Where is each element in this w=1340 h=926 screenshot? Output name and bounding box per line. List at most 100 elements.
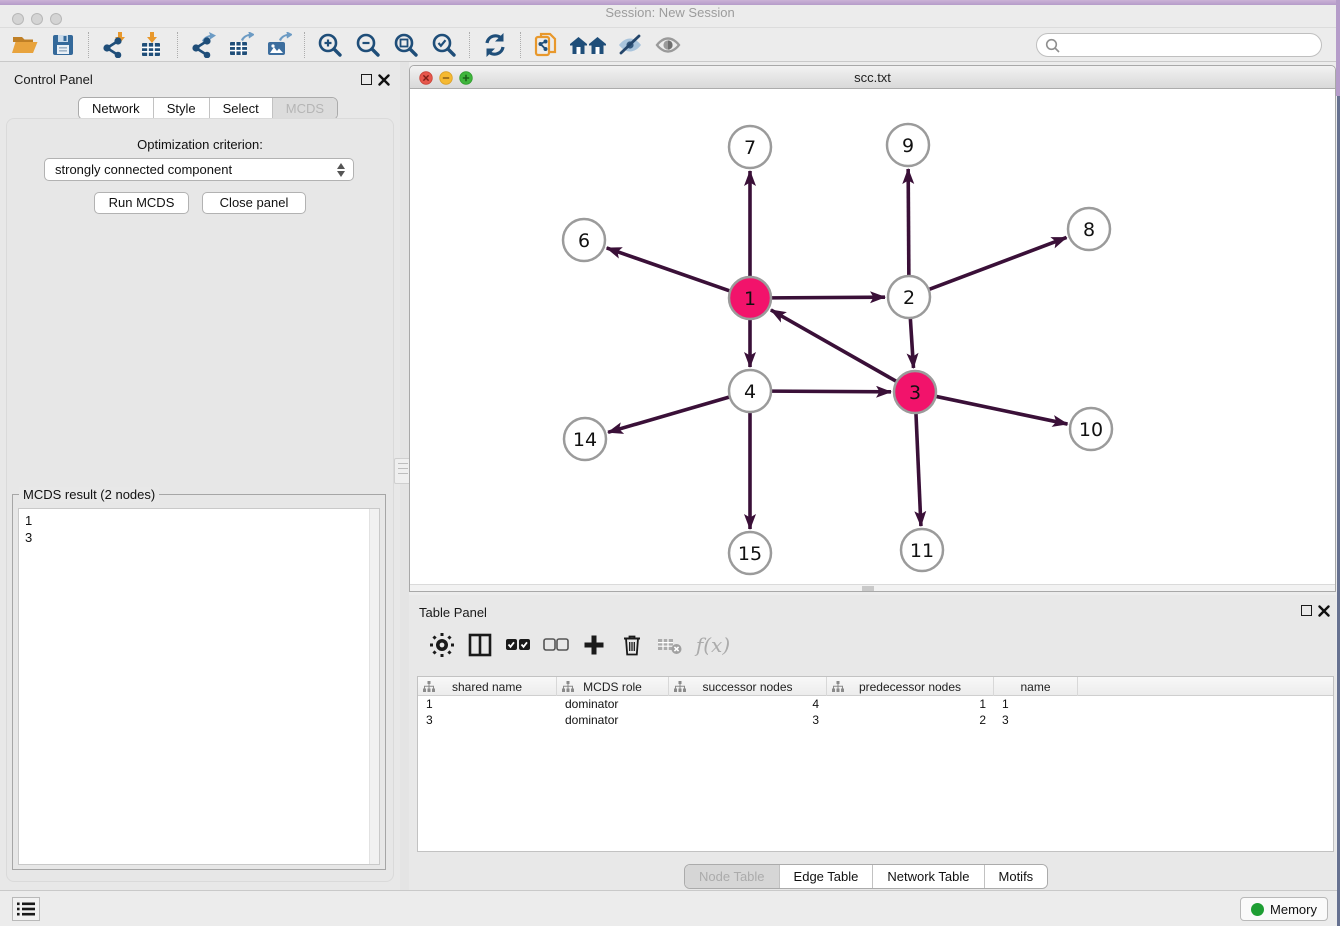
- search-input[interactable]: [1065, 35, 1315, 55]
- network-hscrollbar[interactable]: [410, 584, 1335, 591]
- cell-successor-nodes[interactable]: 4: [669, 696, 827, 712]
- table-panel-title: Table Panel: [419, 605, 487, 620]
- tab-edge-table[interactable]: Edge Table: [780, 865, 874, 888]
- graph-node-8[interactable]: 8: [1068, 208, 1110, 250]
- cell-shared-name[interactable]: 3: [418, 712, 557, 728]
- table-row[interactable]: 3dominator323: [418, 712, 1333, 728]
- column-header-mcds-role[interactable]: MCDS role: [557, 677, 669, 696]
- memory-button[interactable]: Memory: [1240, 897, 1328, 921]
- graph-node-3[interactable]: 3: [894, 371, 936, 413]
- split-columns-icon[interactable]: [465, 629, 495, 661]
- graph-node-label: 1: [744, 288, 756, 310]
- network-view-titlebar[interactable]: scc.txt: [410, 66, 1335, 89]
- tab-network[interactable]: Network: [79, 98, 154, 119]
- show-all-icon[interactable]: [651, 30, 685, 60]
- graph-node-11[interactable]: 11: [901, 529, 943, 571]
- toolbar-separator: [304, 32, 305, 58]
- export-table-icon[interactable]: [224, 30, 258, 60]
- graph-node-1[interactable]: 1: [729, 277, 771, 319]
- task-history-button[interactable]: [12, 897, 40, 921]
- tab-motifs[interactable]: Motifs: [985, 865, 1048, 888]
- refresh-icon[interactable]: [478, 30, 512, 60]
- delete-table-icon[interactable]: [655, 629, 685, 661]
- cell-mcds-role[interactable]: dominator: [557, 696, 669, 712]
- function-builder-icon[interactable]: f(x): [693, 629, 733, 661]
- graph-edge-2-8[interactable]: [929, 237, 1067, 289]
- graph-node-6[interactable]: 6: [563, 219, 605, 261]
- node-table[interactable]: shared nameMCDS rolesuccessor nodesprede…: [417, 676, 1334, 852]
- graph-node-label: 6: [578, 230, 590, 252]
- graph-node-2[interactable]: 2: [888, 276, 930, 318]
- save-session-icon[interactable]: [46, 30, 80, 60]
- table-panel-float-button[interactable]: [1301, 605, 1312, 616]
- graph-node-label: 7: [744, 137, 756, 159]
- export-network-icon[interactable]: [186, 30, 220, 60]
- network-view-title: scc.txt: [410, 70, 1335, 85]
- toolbar-separator: [88, 32, 89, 58]
- panel-splitter[interactable]: [400, 62, 409, 890]
- graph-edge-4-3[interactable]: [771, 391, 891, 392]
- zoom-fit-icon[interactable]: [389, 30, 423, 60]
- import-table-icon[interactable]: [135, 30, 169, 60]
- graph-edge-4-14[interactable]: [608, 397, 730, 432]
- zoom-selected-icon[interactable]: [427, 30, 461, 60]
- main-toolbar: [0, 28, 1340, 62]
- criterion-select[interactable]: strongly connected component: [44, 158, 354, 181]
- zoom-out-icon[interactable]: [351, 30, 385, 60]
- graph-edge-3-10[interactable]: [936, 396, 1068, 424]
- mcds-result-textarea[interactable]: 1 3: [18, 508, 380, 865]
- column-header-shared-name[interactable]: shared name: [418, 677, 557, 696]
- clone-network-icon[interactable]: [529, 30, 563, 60]
- window-top-edge: [0, 0, 1340, 5]
- graph-edge-3-11[interactable]: [916, 413, 921, 526]
- hide-selected-icon[interactable]: [613, 30, 647, 60]
- graph-edge-1-6[interactable]: [607, 248, 731, 291]
- control-panel-close-icon[interactable]: [378, 74, 390, 86]
- select-all-columns-icon[interactable]: [503, 629, 533, 661]
- import-network-icon[interactable]: [97, 30, 131, 60]
- mcds-result-values: 1 3: [19, 509, 379, 549]
- graph-node-15[interactable]: 15: [729, 532, 771, 574]
- column-header-name[interactable]: name: [994, 677, 1078, 696]
- graph-edge-2-9[interactable]: [908, 169, 909, 276]
- network-canvas[interactable]: 7 9 6 8 1 2 4 3 14 10 15 11: [410, 89, 1335, 586]
- graph-edge-3-1[interactable]: [771, 310, 897, 382]
- open-session-icon[interactable]: [8, 30, 42, 60]
- graph-node-10[interactable]: 10: [1070, 408, 1112, 450]
- cell-name[interactable]: 3: [994, 712, 1078, 728]
- unselect-all-columns-icon[interactable]: [541, 629, 571, 661]
- control-panel-float-button[interactable]: [361, 74, 372, 85]
- cell-successor-nodes[interactable]: 3: [669, 712, 827, 728]
- table-row[interactable]: 1dominator411: [418, 696, 1333, 712]
- cell-name[interactable]: 1: [994, 696, 1078, 712]
- tab-mcds[interactable]: MCDS: [273, 98, 337, 119]
- graph-edge-2-3[interactable]: [910, 318, 913, 368]
- add-column-icon[interactable]: [579, 629, 609, 661]
- cell-shared-name[interactable]: 1: [418, 696, 557, 712]
- close-panel-button[interactable]: Close panel: [202, 192, 306, 214]
- cell-predecessor-nodes[interactable]: 1: [827, 696, 994, 712]
- graph-node-9[interactable]: 9: [887, 124, 929, 166]
- search-field[interactable]: [1036, 33, 1322, 57]
- tab-node-table[interactable]: Node Table: [685, 865, 780, 888]
- cell-mcds-role[interactable]: dominator: [557, 712, 669, 728]
- graph-node-14[interactable]: 14: [564, 418, 606, 460]
- table-panel-close-icon[interactable]: [1318, 605, 1330, 617]
- run-mcds-button[interactable]: Run MCDS: [94, 192, 189, 214]
- column-header-predecessor-nodes[interactable]: predecessor nodes: [827, 677, 994, 696]
- zoom-in-icon[interactable]: [313, 30, 347, 60]
- tab-select[interactable]: Select: [210, 98, 273, 119]
- result-scrollbar[interactable]: [369, 509, 379, 864]
- delete-columns-icon[interactable]: [617, 629, 647, 661]
- first-neighbors-icon[interactable]: [567, 30, 609, 60]
- tab-network-table[interactable]: Network Table: [873, 865, 984, 888]
- network-hscroll-thumb[interactable]: [862, 586, 874, 591]
- graph-node-4[interactable]: 4: [729, 370, 771, 412]
- cell-predecessor-nodes[interactable]: 2: [827, 712, 994, 728]
- tab-style[interactable]: Style: [154, 98, 210, 119]
- column-header-successor-nodes[interactable]: successor nodes: [669, 677, 827, 696]
- graph-edge-1-2[interactable]: [771, 297, 885, 298]
- settings-gear-icon[interactable]: [427, 629, 457, 661]
- export-image-icon[interactable]: [262, 30, 296, 60]
- graph-node-7[interactable]: 7: [729, 126, 771, 168]
